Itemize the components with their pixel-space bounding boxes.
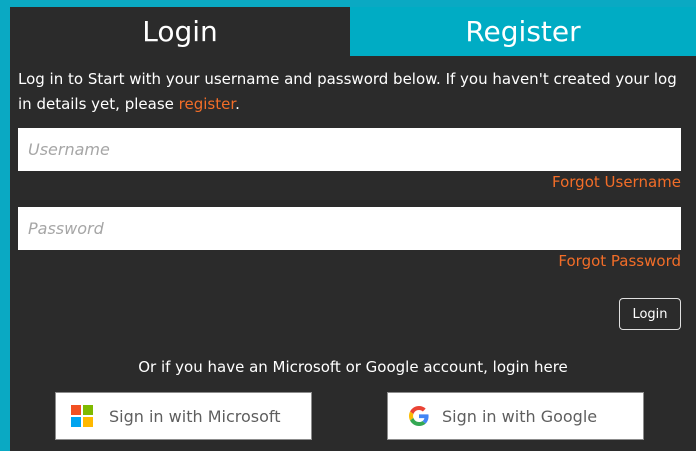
sign-in-microsoft-button[interactable]: Sign in with Microsoft (55, 392, 312, 440)
microsoft-logo-icon (71, 405, 93, 427)
sign-in-google-button[interactable]: Sign in with Google (387, 392, 644, 440)
forgot-username-link[interactable]: Forgot Username (552, 173, 681, 191)
login-panel: Login Register Log in to Start with your… (10, 7, 696, 451)
forgot-password-link[interactable]: Forgot Password (558, 252, 681, 270)
intro-text-after: . (235, 95, 240, 113)
register-link[interactable]: register (179, 95, 235, 113)
password-input[interactable] (18, 207, 681, 250)
alternative-login-text: Or if you have an Microsoft or Google ac… (138, 358, 568, 376)
google-logo-icon (408, 405, 430, 427)
intro-text: Log in to Start with your username and p… (18, 67, 688, 117)
tab-register[interactable]: Register (350, 7, 696, 56)
tab-login[interactable]: Login (10, 7, 350, 56)
tab-bar: Login Register (10, 7, 696, 56)
sign-in-google-label: Sign in with Google (442, 406, 598, 426)
sign-in-microsoft-label: Sign in with Microsoft (109, 406, 281, 426)
intro-text-before: Log in to Start with your username and p… (18, 70, 677, 113)
username-input[interactable] (18, 128, 681, 171)
login-button[interactable]: Login (619, 298, 681, 330)
